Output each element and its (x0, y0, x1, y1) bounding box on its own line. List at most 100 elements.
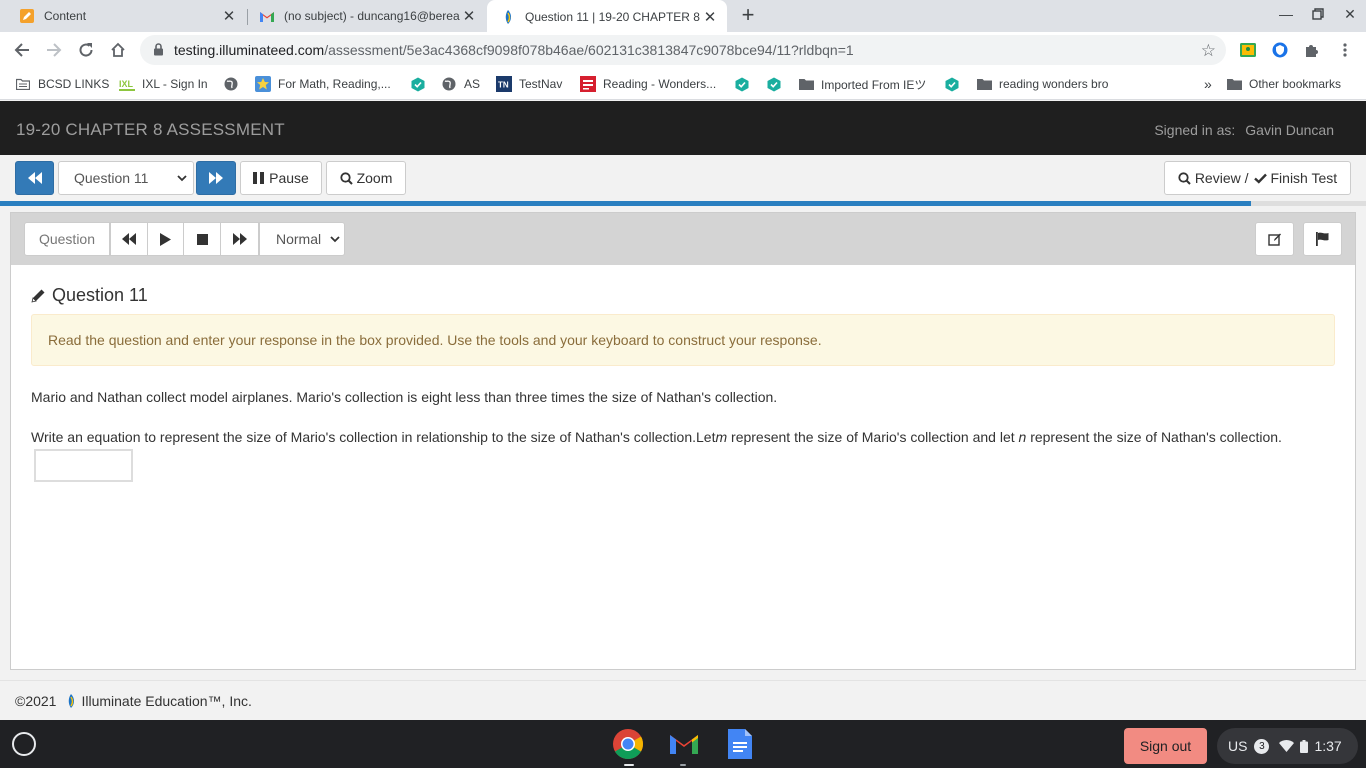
pause-button[interactable]: Pause (240, 161, 322, 195)
illuminate-tab-icon (500, 9, 516, 25)
ixl-icon: IXL (119, 76, 135, 92)
bookmark-hex-1[interactable] (410, 75, 433, 93)
bookmark-hex-2[interactable] (734, 75, 757, 93)
close-tab-icon[interactable]: ✕ (701, 8, 719, 26)
hex-check-icon (734, 76, 750, 92)
restore-icon[interactable] (1308, 6, 1328, 23)
previous-question-button[interactable] (15, 161, 54, 195)
browser-tab-content[interactable]: Content ✕ (0, 0, 246, 32)
zoom-button[interactable]: Zoom (326, 161, 406, 195)
testnav-icon: TN (496, 76, 512, 92)
svg-text:IXL: IXL (119, 79, 134, 89)
launcher-icon[interactable] (12, 732, 36, 756)
review-finish-button[interactable]: Review / Finish Test (1164, 161, 1351, 195)
browser-tab-question[interactable]: Question 11 | 19-20 CHAPTER 8 ✕ (487, 0, 727, 34)
bookmark-hex-4[interactable] (944, 75, 967, 93)
bookmark-as[interactable]: AS (441, 75, 480, 93)
notification-count: 3 (1254, 738, 1270, 754)
classroom-extension-icon[interactable] (1240, 42, 1256, 58)
stop-button[interactable] (183, 222, 221, 256)
search-icon (339, 171, 353, 185)
address-bar[interactable]: testing.illuminateed.com/assessment/5e3a… (140, 35, 1226, 65)
keyboard-layout: US (1228, 738, 1248, 754)
response-input[interactable] (34, 449, 133, 482)
bookmark-for-math[interactable]: For Math, Reading,... (255, 75, 391, 93)
fast-forward-icon (209, 172, 223, 184)
question-panel: Question Normal Question 11 Read the que… (10, 212, 1356, 670)
back-icon[interactable] (11, 39, 33, 61)
hex-check-icon (944, 76, 960, 92)
fast-backward-icon (27, 172, 42, 184)
chevron-down-icon (330, 236, 340, 243)
question-audio-label: Question (24, 222, 110, 256)
tab-title: Content (44, 9, 87, 23)
bookmark-reading-wonders[interactable]: Reading - Wonders... (580, 75, 716, 93)
bookmark-hex-3[interactable] (766, 75, 789, 93)
next-question-button[interactable] (196, 161, 236, 195)
notepad-button[interactable] (1255, 222, 1294, 256)
question-select[interactable]: Question 11 (58, 161, 194, 195)
svg-text:TN: TN (498, 81, 509, 90)
play-button[interactable] (147, 222, 184, 256)
sign-out-button[interactable]: Sign out (1124, 728, 1207, 764)
forward-icon (232, 233, 247, 245)
flag-icon (1316, 232, 1329, 246)
forward-icon[interactable] (43, 39, 65, 61)
new-tab-icon[interactable]: + (737, 4, 759, 27)
star-badge-icon (255, 76, 271, 92)
gmail-app-icon[interactable] (668, 728, 700, 760)
play-icon (160, 232, 171, 246)
test-progress-bar (0, 201, 1366, 206)
folder-icon (798, 76, 814, 92)
forward-button[interactable] (220, 222, 259, 256)
url-text: testing.illuminateed.com/assessment/5e3a… (174, 42, 854, 58)
signed-in-label: Signed in as: (1154, 122, 1236, 138)
system-tray[interactable]: US 3 1:37 (1217, 728, 1358, 764)
copyright-text: ©2021 Illuminate Education™, Inc. (15, 693, 252, 709)
question-stem: Mario and Nathan collect model airplanes… (31, 389, 778, 405)
reload-icon[interactable] (75, 39, 97, 61)
chevron-down-icon (177, 175, 187, 182)
browser-menu-icon[interactable] (1337, 42, 1353, 58)
test-progress-fill (0, 201, 1252, 206)
hex-check-icon (410, 76, 426, 92)
edit-icon (1267, 233, 1281, 246)
bookmark-imported-from-ie[interactable]: Imported From IEツ (798, 75, 926, 93)
folder-icon (976, 76, 992, 92)
browser-tab-gmail[interactable]: (no subject) - duncang16@berea ✕ (248, 0, 486, 32)
close-tab-icon[interactable]: ✕ (220, 7, 238, 25)
extensions-puzzle-icon[interactable] (1304, 42, 1320, 58)
instructions-alert: Read the question and enter your respons… (31, 314, 1335, 366)
bookmark-globe[interactable] (223, 75, 246, 93)
tab-title: Question 11 | 19-20 CHAPTER 8 (525, 10, 700, 24)
close-tab-icon[interactable]: ✕ (460, 7, 478, 25)
rewind-button[interactable] (110, 222, 148, 256)
search-icon (1178, 171, 1191, 185)
google-docs-app-icon[interactable] (726, 728, 758, 760)
bookmark-bcsd-links[interactable]: BCSD LINKS (15, 75, 109, 93)
flag-button[interactable] (1303, 222, 1342, 256)
mcgraw-icon (580, 76, 596, 92)
bookmark-testnav[interactable]: TN TestNav (496, 75, 562, 93)
wifi-icon (1279, 740, 1295, 752)
bookmark-other[interactable]: Other bookmarks (1226, 75, 1341, 93)
illuminate-logo-icon (69, 694, 75, 708)
close-window-icon[interactable]: ✕ (1340, 6, 1360, 23)
bookmark-star-icon[interactable]: ☆ (1201, 41, 1216, 61)
shield-extension-icon[interactable] (1272, 42, 1288, 58)
audio-toolbar: Question Normal (11, 213, 1355, 265)
running-indicator (624, 764, 634, 766)
globe-icon (223, 76, 239, 92)
gmail-tab-icon (259, 8, 275, 24)
app-header: 19-20 CHAPTER 8 ASSESSMENT Signed in as:… (0, 101, 1366, 155)
minimize-icon[interactable]: — (1276, 6, 1296, 22)
rewind-icon (122, 233, 136, 245)
bookmark-ixl[interactable]: IXL IXL - Sign In (119, 75, 208, 93)
assessment-title: 19-20 CHAPTER 8 ASSESSMENT (16, 120, 285, 139)
chrome-app-icon[interactable] (612, 728, 644, 760)
bookmarks-overflow-icon[interactable]: » (1204, 75, 1212, 93)
speed-select[interactable]: Normal (259, 222, 345, 256)
lock-icon (153, 43, 164, 59)
home-icon[interactable] (107, 39, 129, 61)
bookmark-reading-wonders-bro[interactable]: reading wonders bro (976, 75, 1108, 93)
